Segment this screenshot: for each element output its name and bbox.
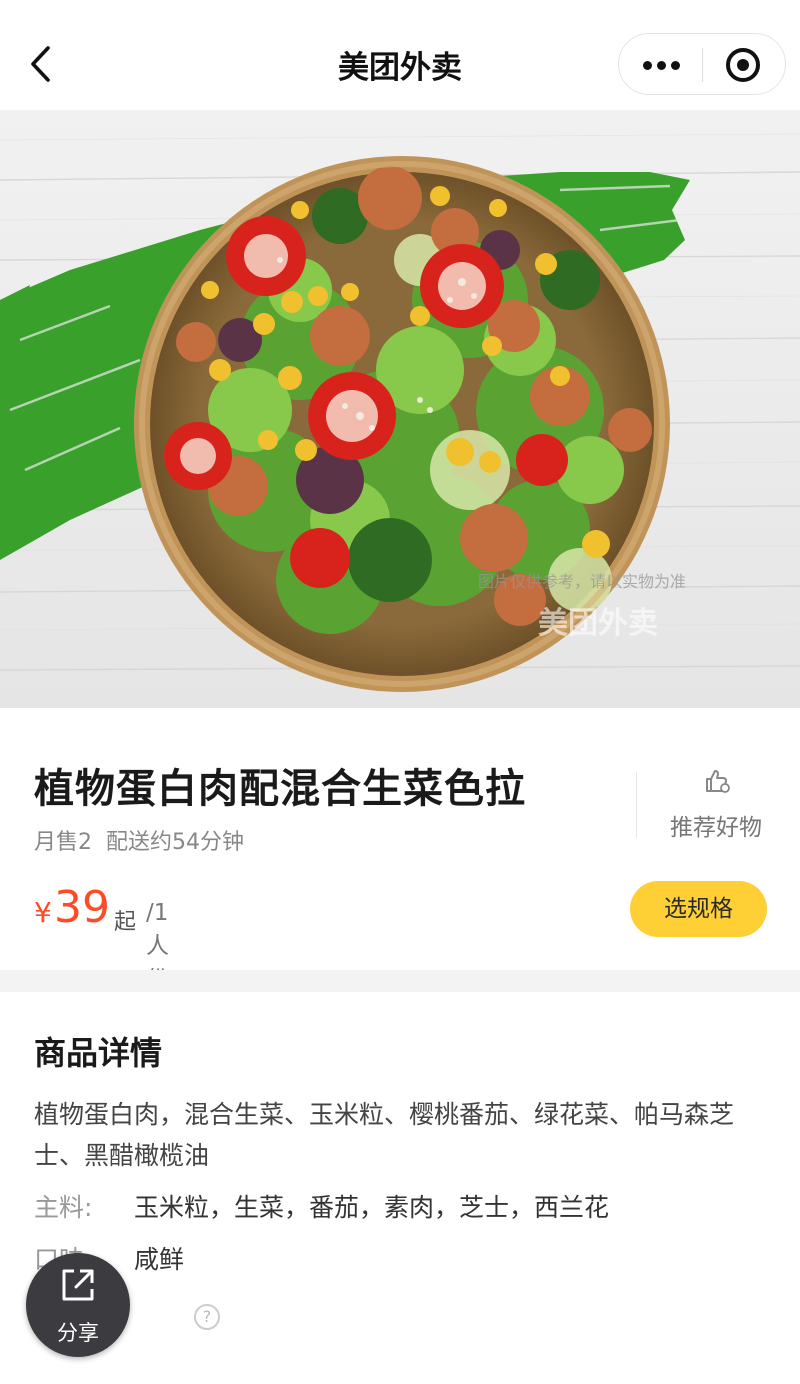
more-dot-icon [671,61,680,70]
attribute-row: 说明 ? [34,1300,774,1340]
thumbs-up-icon [706,770,730,793]
divider [636,772,637,838]
share-label: 分享 [57,1321,99,1345]
share-icon [62,1269,94,1301]
attribute-label: 主料: [34,1193,93,1222]
price-suffix: 起 [114,910,137,935]
attribute-row: 主料: 玉米粒，生菜，番茄，素肉，芝士，西兰花 [34,1188,774,1228]
nav-bar: 美团外卖 [0,0,800,110]
question-mark-icon[interactable]: ? [194,1304,220,1330]
more-dot-icon [643,61,652,70]
product-name: 植物蛋白肉配混合生菜色拉 [34,766,526,812]
attribute-value: 玉米粒，生菜，番茄，素肉，芝士，西兰花 [134,1193,610,1222]
attribute-row: 口味: 咸鲜 [34,1240,774,1280]
close-button[interactable] [703,34,787,94]
details-title: 商品详情 [34,1034,163,1072]
product-image: 图片仅供参考，请以实物为准 美团外卖 [0,110,800,708]
product-description: 植物蛋白肉，混合生菜、玉米粒、樱桃番茄、绿花菜、帕马森芝士、黑醋橄榄油 [34,1100,735,1170]
attribute-value: 咸鲜 [134,1245,185,1274]
select-spec-button[interactable]: 选规格 [630,881,767,937]
product-info: 植物蛋白肉配混合生菜色拉 月售2 配送约54分钟 推荐好物 ¥ 39 起 /1人… [0,708,800,993]
price: 39 [54,882,110,933]
image-disclaimer: 图片仅供参考，请以实物为准 [478,572,687,591]
recommend-label: 推荐好物 [670,815,762,841]
more-dot-icon [657,61,666,70]
section-gap [0,970,800,992]
currency-symbol: ¥ [34,896,52,929]
recommend-button[interactable]: 推荐好物 [646,766,786,846]
more-button[interactable] [619,34,703,94]
share-button[interactable]: 分享 [26,1253,130,1357]
target-close-icon [726,48,760,82]
watermark-logo: 美团外卖 [538,606,658,641]
salad-illustration [0,110,800,708]
sales-delivery-info: 月售2 配送约54分钟 [34,830,244,855]
mini-program-capsule [618,33,786,95]
